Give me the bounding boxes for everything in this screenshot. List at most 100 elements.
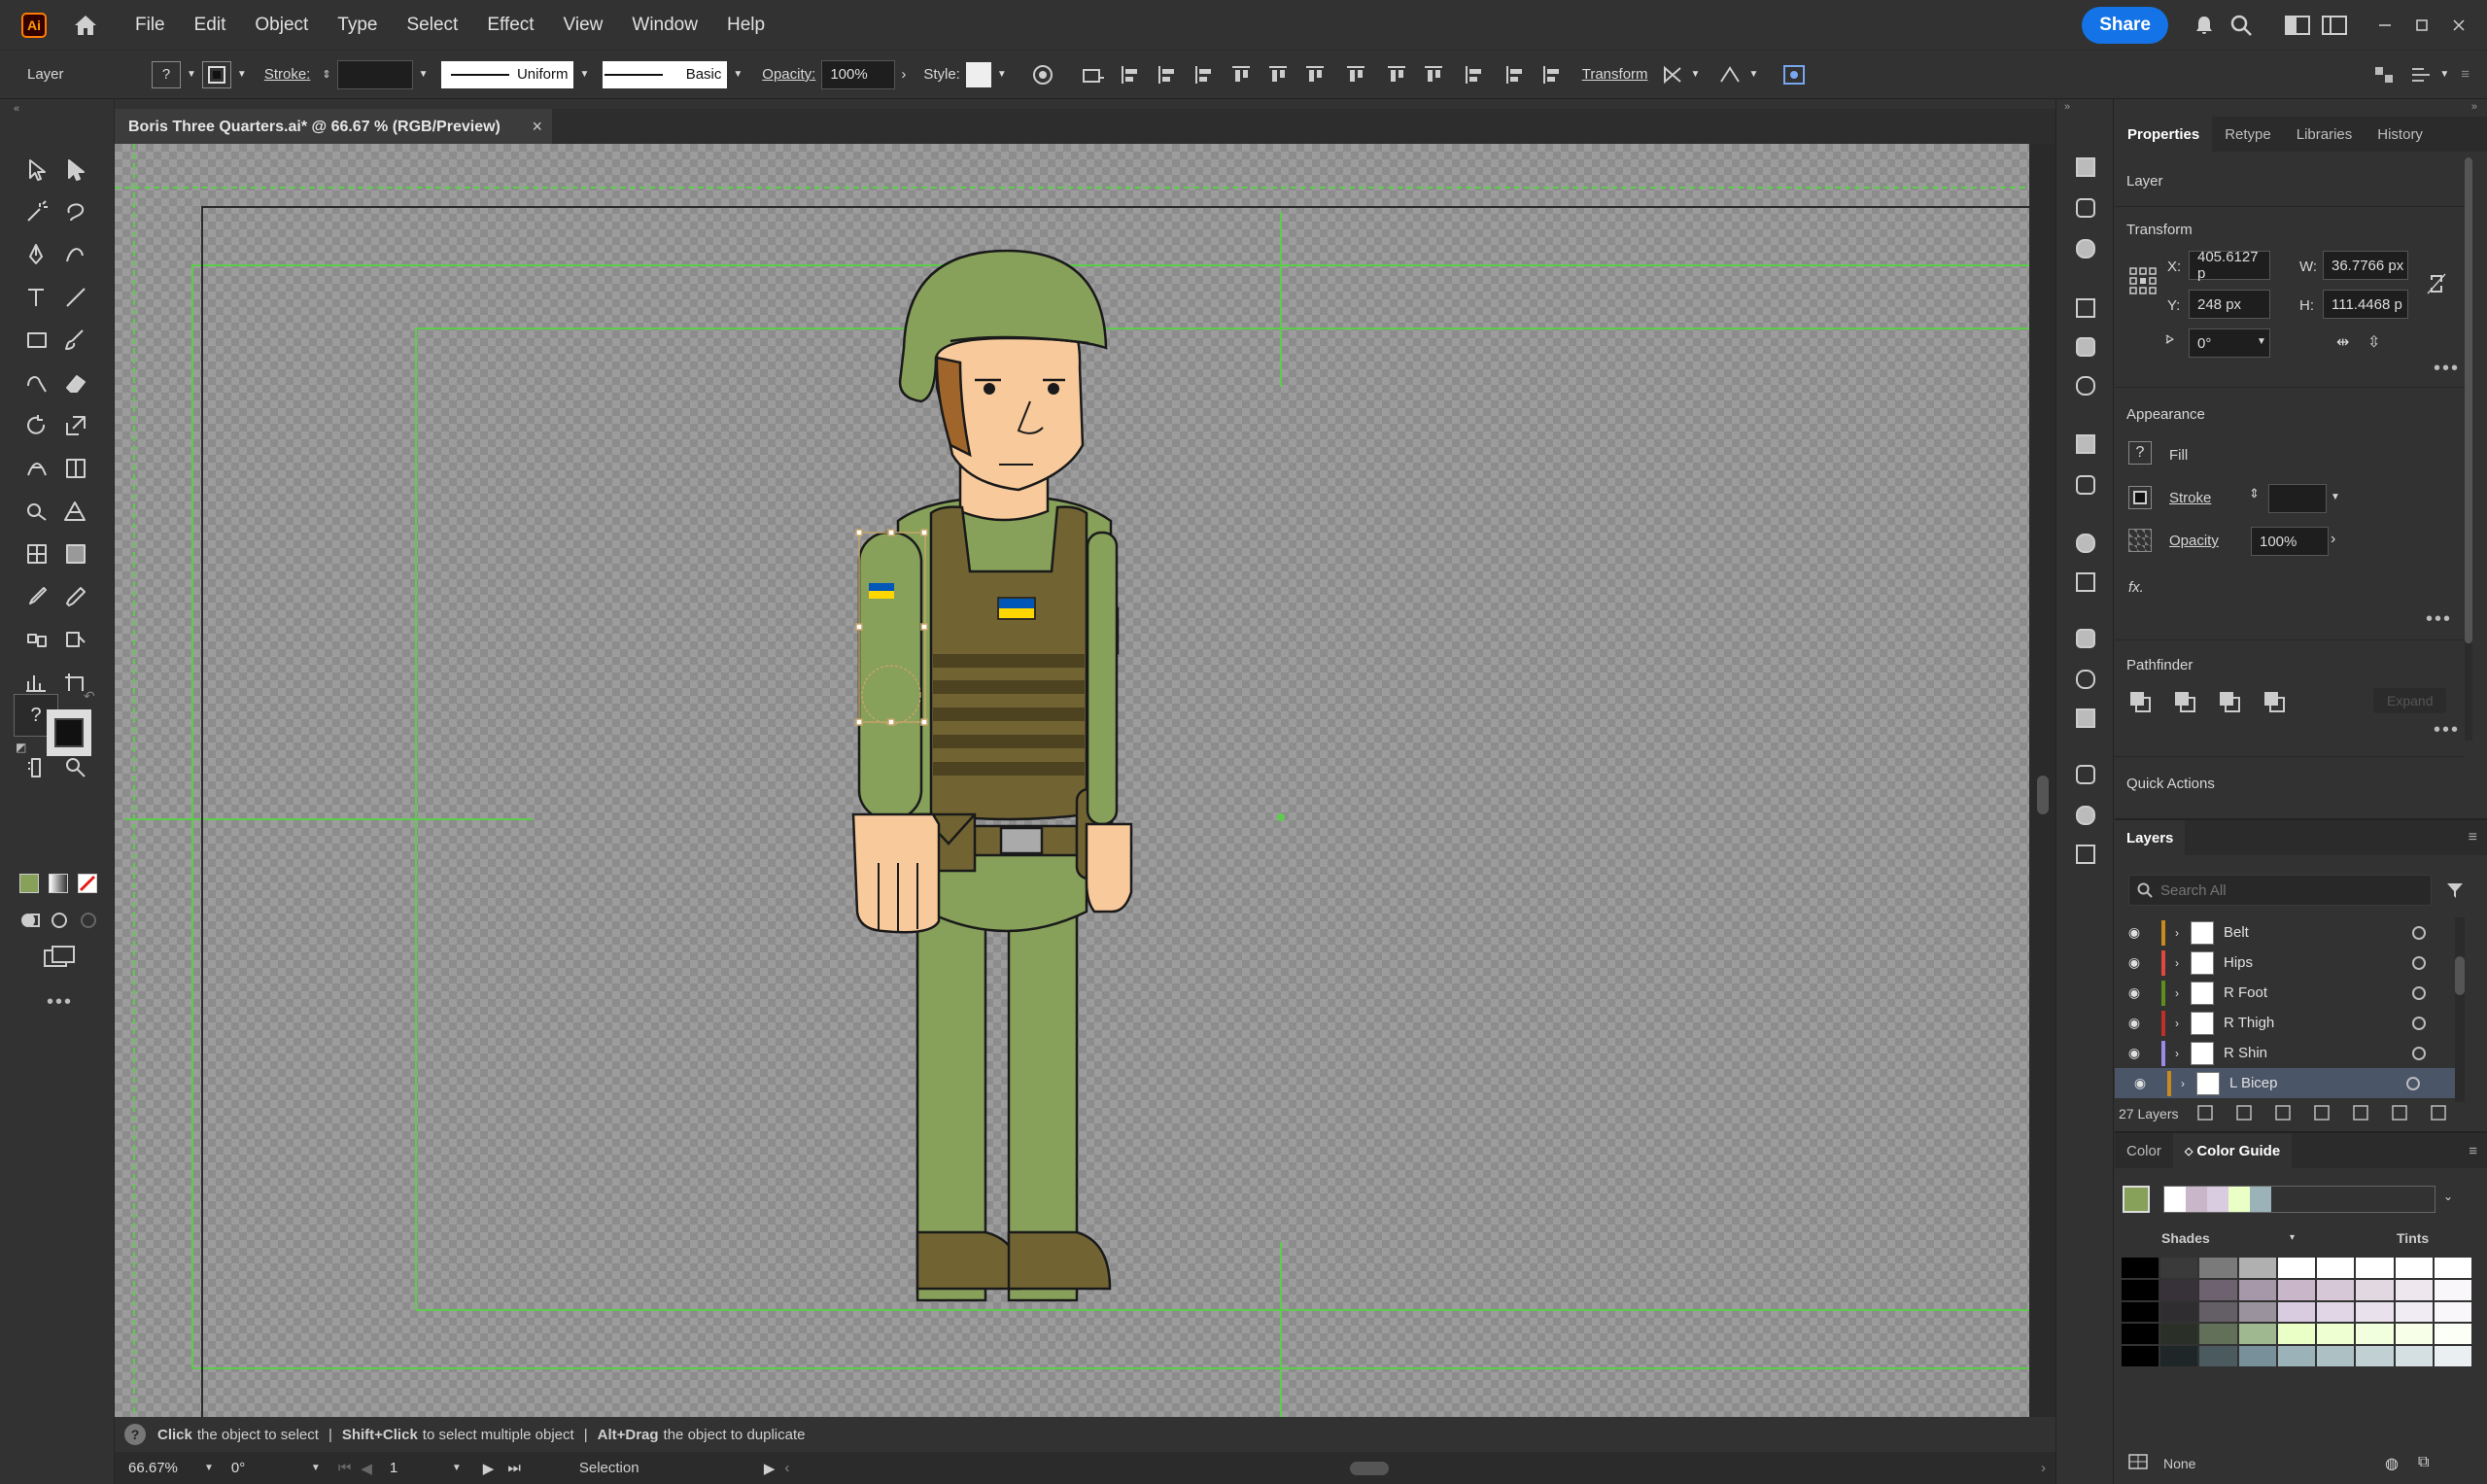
chevron-down-icon[interactable]: ▼	[311, 1463, 321, 1473]
clipping-mask-icon[interactable]	[2313, 1104, 2331, 1122]
workspace-icon[interactable]	[2316, 7, 2353, 44]
eyedropper-icon[interactable]	[17, 580, 56, 613]
menu-edit[interactable]: Edit	[180, 15, 241, 36]
stroke-label[interactable]: Stroke	[2169, 490, 2211, 506]
color-variation-swatch[interactable]	[2277, 1279, 2316, 1300]
layer-name[interactable]: Hips	[2224, 954, 2412, 971]
transform-panel-icon[interactable]	[2071, 801, 2100, 830]
menu-effect[interactable]: Effect	[472, 15, 548, 36]
color-variation-swatch[interactable]	[2160, 1346, 2198, 1366]
color-variation-swatch[interactable]	[2356, 1279, 2394, 1300]
collapse-panel-icon[interactable]: «	[14, 103, 19, 115]
color-variation-swatch[interactable]	[2238, 1301, 2276, 1323]
layer-row[interactable]: ◉ › L Bicep	[2115, 1068, 2455, 1098]
panel-menu-icon[interactable]: ≡	[2469, 829, 2477, 846]
close-tab-icon[interactable]: ×	[532, 117, 542, 137]
color-variation-swatch[interactable]	[2199, 1301, 2237, 1323]
color-variation-swatch[interactable]	[2122, 1346, 2159, 1366]
harmony-swatch[interactable]	[2186, 1187, 2207, 1212]
visibility-eye-icon[interactable]: ◉	[2123, 984, 2146, 1001]
menu-file[interactable]: File	[121, 15, 180, 36]
align-panel-icon[interactable]	[2071, 760, 2100, 789]
graphic-style-swatch[interactable]	[965, 61, 991, 87]
distribute-left-icon[interactable]	[1452, 56, 1497, 93]
artboards-icon[interactable]	[2071, 568, 2100, 597]
base-color-swatch[interactable]	[2123, 1186, 2150, 1213]
swatch-library-icon[interactable]	[2128, 1454, 2148, 1469]
color-variation-swatch[interactable]	[2160, 1301, 2198, 1323]
tab-properties[interactable]: Properties	[2115, 117, 2213, 152]
swap-colors-icon[interactable]: ↶	[84, 688, 95, 705]
draw-normal-icon[interactable]	[19, 910, 41, 931]
menu-view[interactable]: View	[549, 15, 618, 36]
color-variation-swatch[interactable]	[2317, 1279, 2355, 1300]
arrange-documents-icon[interactable]	[2279, 7, 2316, 44]
arrange-icon[interactable]	[2366, 56, 2402, 93]
share-button[interactable]: Share	[2082, 7, 2168, 44]
recolor-icon[interactable]: ◍	[2385, 1454, 2399, 1473]
color-variation-swatch[interactable]	[2317, 1324, 2355, 1345]
layer-row[interactable]: ◉ › R Foot	[2115, 978, 2455, 1008]
free-transform-icon[interactable]	[56, 452, 95, 485]
color-variation-swatch[interactable]	[2277, 1324, 2316, 1345]
eraser-icon[interactable]	[56, 366, 95, 399]
default-colors-icon[interactable]: ◩	[16, 741, 26, 754]
color-variation-swatch[interactable]	[2395, 1258, 2433, 1278]
horizontal-scrollbar[interactable]	[789, 1459, 2041, 1478]
align-to-icon[interactable]	[1075, 56, 1112, 93]
first-artboard-icon[interactable]: ⏮	[338, 1460, 352, 1476]
curvature-tool-icon[interactable]	[56, 238, 95, 271]
width-tool-icon[interactable]	[17, 452, 56, 485]
rectangle-tool-icon[interactable]	[17, 324, 56, 357]
layer-name[interactable]: R Thigh	[2224, 1015, 2412, 1031]
distribute-bottom-icon[interactable]	[1415, 56, 1452, 93]
gradient-tool-icon[interactable]	[56, 537, 95, 570]
menu-object[interactable]: Object	[240, 15, 323, 36]
layer-target-icon[interactable]	[2412, 1046, 2426, 1060]
layer-row[interactable]: ◉ › R Shin	[2115, 1038, 2455, 1068]
distribute-right-icon[interactable]	[1534, 56, 1571, 93]
chevron-down-icon[interactable]: ▼	[2257, 336, 2266, 347]
tab-color[interactable]: Color	[2115, 1143, 2173, 1159]
fill-swatch[interactable]: ?	[152, 60, 181, 88]
symbol-sprayer-icon[interactable]	[17, 751, 56, 784]
layer-target-icon[interactable]	[2412, 985, 2426, 1000]
color-variation-swatch[interactable]	[2317, 1301, 2355, 1323]
h-field[interactable]: 111.4468 p	[2323, 290, 2408, 319]
artboard-canvas[interactable]	[115, 144, 2029, 1417]
shape-builder-icon[interactable]	[17, 495, 56, 528]
color-variation-swatch[interactable]	[2122, 1301, 2159, 1323]
layer-row[interactable]: ◉ › Belt	[2115, 917, 2455, 948]
minus-front-icon[interactable]	[2173, 690, 2196, 713]
color-variation-swatch[interactable]	[2199, 1324, 2237, 1345]
color-variation-swatch[interactable]	[2434, 1279, 2471, 1300]
layer-name[interactable]: R Foot	[2224, 984, 2412, 1001]
panel-menu-icon[interactable]: ≡	[2461, 66, 2470, 83]
search-icon[interactable]	[2223, 7, 2260, 44]
filter-icon[interactable]	[2445, 880, 2465, 900]
new-layer-icon[interactable]	[2391, 1104, 2408, 1122]
gradient-mode-icon[interactable]	[49, 874, 68, 893]
color-variation-swatch[interactable]	[2277, 1258, 2316, 1278]
expand-button[interactable]: Expand	[2373, 688, 2447, 713]
layer-name[interactable]: Belt	[2224, 924, 2412, 941]
chevron-down-icon[interactable]: ▼	[1691, 69, 1701, 80]
visibility-eye-icon[interactable]: ◉	[2123, 954, 2146, 971]
bell-icon[interactable]	[2186, 7, 2223, 44]
opacity-field[interactable]: 100%	[2251, 527, 2329, 556]
layers-tab[interactable]: Layers	[2115, 820, 2186, 855]
eyedropper-alt-icon[interactable]	[56, 580, 95, 613]
chevron-down-icon[interactable]: ▼	[1748, 69, 1758, 80]
chevron-right-icon[interactable]: ›	[2331, 531, 2335, 548]
last-artboard-icon[interactable]: ⏭	[507, 1460, 521, 1476]
swatches-icon[interactable]	[2071, 293, 2100, 323]
expand-layer-icon[interactable]: ›	[2175, 1047, 2179, 1060]
tab-libraries[interactable]: Libraries	[2284, 126, 2366, 143]
magic-wand-icon[interactable]	[17, 195, 56, 228]
expand-layer-icon[interactable]: ›	[2175, 956, 2179, 970]
artboard-number[interactable]: 1	[381, 1456, 450, 1480]
unite-icon[interactable]	[2128, 690, 2152, 713]
layers-search[interactable]	[2128, 875, 2432, 906]
export-layer-icon[interactable]	[2235, 1104, 2253, 1122]
appearance-icon[interactable]	[2071, 234, 2100, 263]
